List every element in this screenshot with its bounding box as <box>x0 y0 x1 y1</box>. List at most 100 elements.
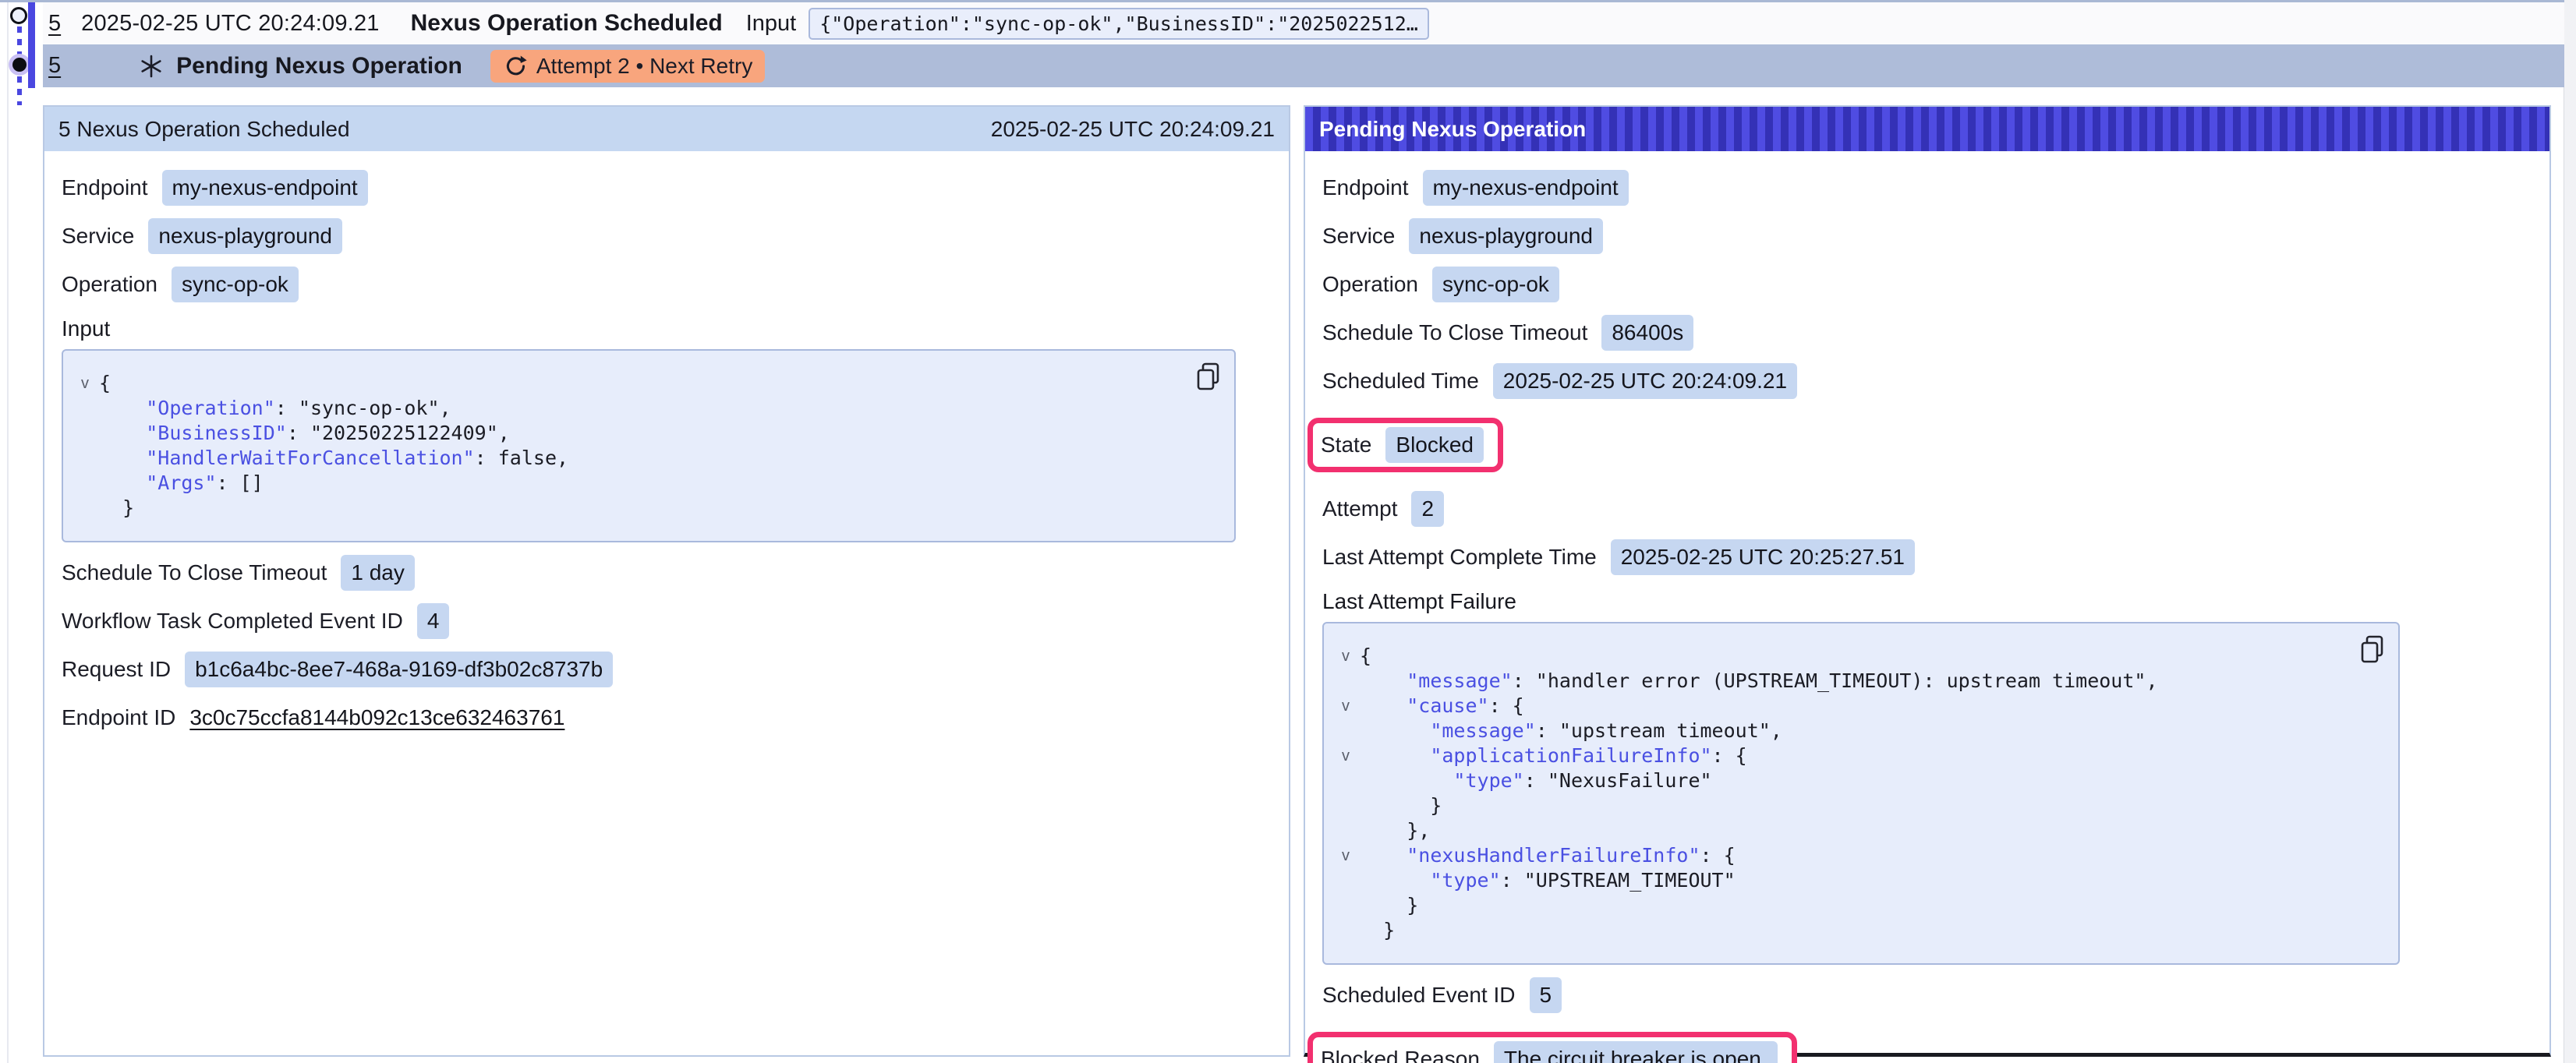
collapse-chevron-icon[interactable]: v <box>1332 843 1360 868</box>
code-line: }, <box>1332 818 2351 843</box>
field-value-chip: b1c6a4bc-8ee7-468a-9169-df3b02c8737b <box>185 652 613 687</box>
code-gutter <box>1332 868 1360 893</box>
code-line: v "cause": { <box>1332 694 2351 719</box>
collapse-chevron-icon[interactable]: v <box>71 371 99 396</box>
json-key: "Args" <box>146 471 216 496</box>
field-row: Scheduled Event ID5 <box>1322 977 2532 1013</box>
retry-badge-label: Attempt 2 • Next Retry <box>536 54 752 79</box>
card-title: Pending Nexus Operation <box>1319 117 1586 142</box>
json-text <box>1360 669 1407 694</box>
json-text <box>1360 743 1430 768</box>
field-label: Service <box>1322 224 1395 249</box>
code-line: "message": "handler error (UPSTREAM_TIME… <box>1332 669 2351 694</box>
field-value-chip: 86400s <box>1601 315 1693 351</box>
code-gutter <box>1332 918 1360 943</box>
blocked-reason-highlight-annotation: Blocked ReasonThe circuit breaker is ope… <box>1307 1032 1797 1063</box>
code-line: "type": "UPSTREAM_TIMEOUT" <box>1332 868 2351 893</box>
failure-json-viewer: v{ "message": "handler error (UPSTREAM_T… <box>1322 622 2400 965</box>
scheduled-card-body: Endpointmy-nexus-endpoint Service nexus-pl… <box>44 151 1289 1055</box>
json-text: : "UPSTREAM_TIMEOUT" <box>1501 868 1736 893</box>
code-gutter <box>71 446 99 471</box>
left-fields-top: Endpointmy-nexus-endpoint Service nexus-pl… <box>62 170 1272 302</box>
event-history-rows: 5 2025-02-25 UTC 20:24:09.21 Nexus Opera… <box>0 0 2564 87</box>
json-text <box>1360 868 1430 893</box>
code-line: v "nexusHandlerFailureInfo": { <box>1332 843 2351 868</box>
json-text: }, <box>1360 818 1430 843</box>
code-gutter <box>71 496 99 521</box>
field-label: Workflow Task Completed Event ID <box>62 609 403 634</box>
json-key: "Operation" <box>146 396 275 421</box>
field-row: Attempt 2 <box>1322 491 2532 527</box>
scrollbar-track[interactable] <box>2564 0 2576 1063</box>
json-text: } <box>1360 918 1395 943</box>
field-row: Workflow Task Completed Event ID 4 <box>62 603 1272 639</box>
code-line: "HandlerWaitForCancellation": false, <box>71 446 1187 471</box>
field-row: Endpointmy-nexus-endpoint <box>62 170 1272 206</box>
state-annotation: StateBlocked <box>1321 427 1484 463</box>
field-label: Operation <box>62 272 157 297</box>
field-label: Scheduled Time <box>1322 369 1479 394</box>
collapse-chevron-icon[interactable]: v <box>1332 694 1360 719</box>
field-label: Request ID <box>62 657 171 682</box>
event-title: Pending Nexus Operation <box>176 53 462 79</box>
event-id-link[interactable]: 5 <box>48 53 61 79</box>
field-label: Schedule To Close Timeout <box>62 560 327 585</box>
event-id-link[interactable]: 5 <box>48 11 61 37</box>
code-line: } <box>71 496 1187 521</box>
field-value-chip: sync-op-ok <box>1432 267 1559 302</box>
field-value-link[interactable]: 3c0c75ccfa8144b092c13ce632463761 <box>189 700 564 736</box>
json-text <box>1360 768 1453 793</box>
json-text <box>1360 843 1407 868</box>
json-key: "type" <box>1453 768 1523 793</box>
code-line: v "applicationFailureInfo": { <box>1332 743 2351 768</box>
right-code: v{ "message": "handler error (UPSTREAM_T… <box>1332 644 2351 943</box>
field-label: Schedule To Close Timeout <box>1322 320 1587 345</box>
event-row-pending[interactable]: 5 Pending Nexus Operation Attempt 2 • Ne… <box>43 44 2564 87</box>
field-label: State <box>1321 433 1371 457</box>
json-key: "BusinessID" <box>146 421 287 446</box>
field-label: Scheduled Event ID <box>1322 983 1516 1008</box>
json-text <box>99 396 146 421</box>
code-gutter <box>71 396 99 421</box>
json-key: "message" <box>1407 669 1512 694</box>
pending-asterisk-icon <box>139 54 164 79</box>
code-gutter <box>1332 669 1360 694</box>
input-preview-chip[interactable]: {"Operation":"sync-op-ok","BusinessID":"… <box>809 8 1429 40</box>
field-label: Last Attempt Complete Time <box>1322 545 1597 570</box>
code-gutter <box>71 471 99 496</box>
field-value-chip: 1 day <box>341 555 415 591</box>
collapse-chevron-icon[interactable]: v <box>1332 644 1360 669</box>
json-key: "type" <box>1430 868 1500 893</box>
input-json-viewer: v{ "Operation": "sync-op-ok", "BusinessI… <box>62 349 1236 542</box>
copy-icon[interactable] <box>2359 634 2386 664</box>
json-text: } <box>1360 893 1418 918</box>
field-label: Service <box>62 224 134 249</box>
field-value-chip: nexus-playground <box>148 218 342 254</box>
collapse-chevron-icon[interactable]: v <box>1332 743 1360 768</box>
left-fields-bottom: Schedule To Close Timeout 1 day Workflow T… <box>62 555 1272 736</box>
copy-icon[interactable] <box>1195 362 1222 391</box>
field-row: Operationsync-op-ok <box>62 267 1272 302</box>
json-text: : "sync-op-ok", <box>275 396 451 421</box>
field-value-chip: 2 <box>1411 491 1444 527</box>
field-label: Operation <box>1322 272 1418 297</box>
json-key: "message" <box>1430 719 1535 743</box>
field-label: Attempt <box>1322 496 1397 521</box>
json-text <box>99 471 146 496</box>
event-row-scheduled[interactable]: 5 2025-02-25 UTC 20:24:09.21 Nexus Opera… <box>43 2 2564 44</box>
input-label: Input <box>746 11 797 37</box>
field-row: Request ID b1c6a4bc-8ee7-468a-9169-df3b02… <box>62 652 1272 687</box>
field-value-chip: 4 <box>417 603 450 639</box>
retry-attempt-badge[interactable]: Attempt 2 • Next Retry <box>490 50 765 83</box>
json-key: "nexusHandlerFailureInfo" <box>1407 843 1700 868</box>
code-line: } <box>1332 918 2351 943</box>
card-timestamp: 2025-02-25 UTC 20:24:09.21 <box>991 117 1275 142</box>
right-fields-top: Endpointmy-nexus-endpointServicenexus-pl… <box>1322 170 2532 399</box>
field-row: Blocked ReasonThe circuit breaker is ope… <box>1321 1041 1778 1063</box>
code-gutter <box>1332 818 1360 843</box>
field-value-chip: nexus-playground <box>1409 218 1603 254</box>
field-label: Endpoint ID <box>62 705 175 730</box>
code-gutter <box>1332 768 1360 793</box>
field-row: Schedule To Close Timeout 1 day <box>62 555 1272 591</box>
code-gutter <box>1332 893 1360 918</box>
